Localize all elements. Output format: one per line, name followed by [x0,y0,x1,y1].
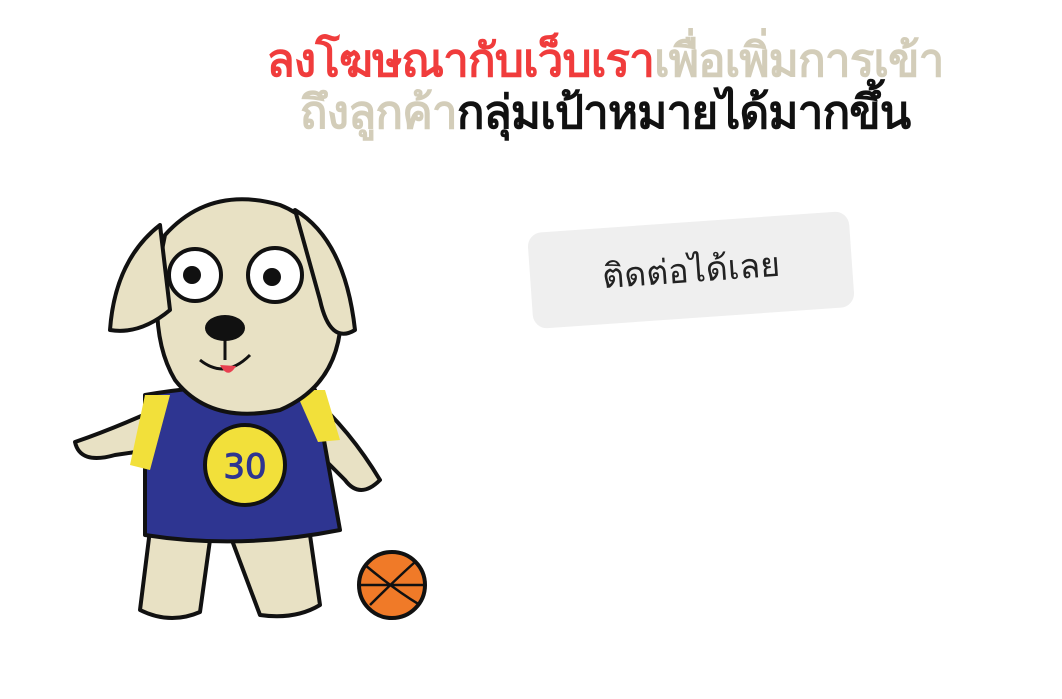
headline-beige-text: เพื่อเพิ่มการเข้า [653,33,944,87]
headline-line-1: ลงโฆษณากับเว็บเราเพื่อเพิ่มการเข้า [180,34,1030,86]
basketball-icon [357,550,427,620]
contact-button[interactable]: ติดต่อได้เลย [527,210,855,330]
headline-red-text: ลงโฆษณากับเว็บเรา [266,33,655,87]
headline: ลงโฆษณากับเว็บเราเพื่อเพิ่มการเข้า ถึงลู… [180,34,1030,138]
jersey-number: 30 [223,447,266,487]
contact-button-label: ติดต่อได้เลย [600,244,782,298]
dog-mascot-illustration: 30 [73,197,427,621]
headline-line-2: ถึงลูกค้ากลุ่มเป้าหมายได้มากขึ้น [180,86,1030,138]
headline-beige-text-2: ถึงลูกค้า [299,85,458,139]
headline-black-text: กลุ่มเป้าหมายได้มากขึ้น [456,85,911,139]
